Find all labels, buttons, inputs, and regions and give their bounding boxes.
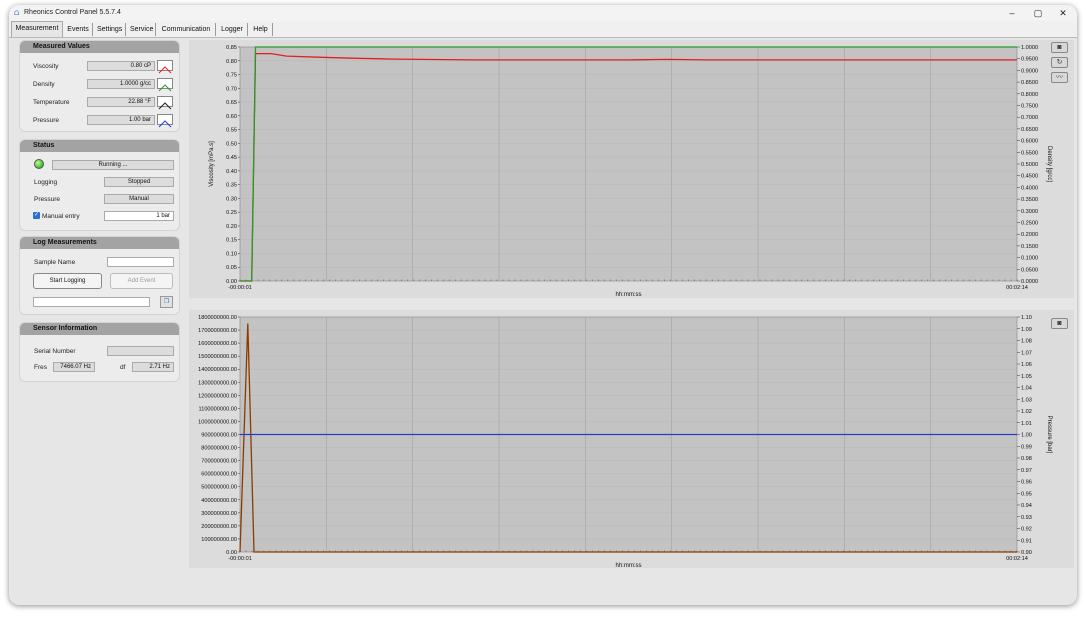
lower-chart-y2-tick-label: 0.95 — [1021, 491, 1032, 497]
lower-chart-x-tick-label: 00:02:14 — [1006, 556, 1028, 562]
lower-chart-y2-tick-label: 1.00 — [1021, 433, 1032, 439]
lower-chart-y2-tick-label: 1.10 — [1021, 315, 1032, 321]
lower-chart-y-tick-label: 1100000000.00 — [199, 406, 237, 412]
lower-chart-y2-tick-label: 0.92 — [1021, 527, 1032, 533]
lower-chart-x-axis-title: hh:mm:ss — [615, 563, 641, 569]
lower-chart-y-tick-label: 400000000.00 — [201, 498, 237, 504]
pressure-chart: 0.00100000000.00200000000.00300000000.00… — [198, 315, 1052, 569]
lower-chart-y2-tick-label: 1.08 — [1021, 339, 1032, 345]
lower-chart-y-tick-label: 600000000.00 — [201, 472, 237, 478]
lower-chart-y2-tick-label: 1.04 — [1021, 386, 1032, 392]
lower-chart-y2-tick-label: 0.98 — [1021, 456, 1032, 462]
lower-chart-y2-tick-label: 0.93 — [1021, 515, 1032, 521]
app-window: ⩍ Rheonics Control Panel 5.5.7.4 – ▢ ✕ M… — [9, 5, 1077, 605]
lower-chart-y2-axis-title: Pressure [bar] — [1046, 416, 1052, 454]
lower-chart-y-tick-label: 1000000000.00 — [198, 419, 237, 425]
lower-chart-y-tick-label: 1600000000.00 — [198, 341, 237, 347]
lower-chart-x-tick-label: -00:00:01 — [228, 556, 252, 562]
lower-chart-y-tick-label: 1200000000.00 — [198, 393, 237, 399]
lower-chart-y-tick-label: 300000000.00 — [201, 511, 237, 517]
lower-chart-y2-tick-label: 1.02 — [1021, 409, 1032, 415]
lower-chart-y-tick-label: 900000000.00 — [201, 433, 237, 439]
lower-chart-y-tick-label: 200000000.00 — [201, 524, 237, 530]
lower-chart-y2-tick-label: 1.07 — [1021, 350, 1032, 356]
lower-chart-y-tick-label: 800000000.00 — [201, 446, 237, 452]
lower-chart-y2-tick-label: 1.01 — [1021, 421, 1032, 427]
lower-chart-y2-tick-label: 0.96 — [1021, 480, 1032, 486]
lower-chart-y2-tick-label: 1.05 — [1021, 374, 1032, 380]
lower-chart-y-tick-label: 1400000000.00 — [198, 367, 237, 373]
lower-chart-y-tick-label: 500000000.00 — [201, 485, 237, 491]
lower-chart-y2-tick-label: 0.94 — [1021, 503, 1032, 509]
lower-chart-y2-tick-label: 0.99 — [1021, 444, 1032, 450]
lower-chart-y-tick-label: 1500000000.00 — [198, 354, 237, 360]
lower-chart-y-tick-label: 1700000000.00 — [198, 328, 237, 334]
lower-chart-y2-tick-label: 1.06 — [1021, 362, 1032, 368]
lower-chart-y-tick-label: 1800000000.00 — [198, 315, 237, 321]
lower-chart-y2-tick-label: 0.97 — [1021, 468, 1032, 474]
lower-chart-y2-tick-label: 1.09 — [1021, 327, 1032, 333]
lower-chart-y2-tick-label: 1.03 — [1021, 397, 1032, 403]
lower-chart-y-tick-label: 700000000.00 — [201, 459, 237, 465]
lower-chart-y2-tick-label: 0.91 — [1021, 538, 1032, 544]
lower-chart-y-tick-label: 1300000000.00 — [198, 380, 237, 386]
lower-chart-y-tick-label: 100000000.00 — [201, 537, 237, 543]
